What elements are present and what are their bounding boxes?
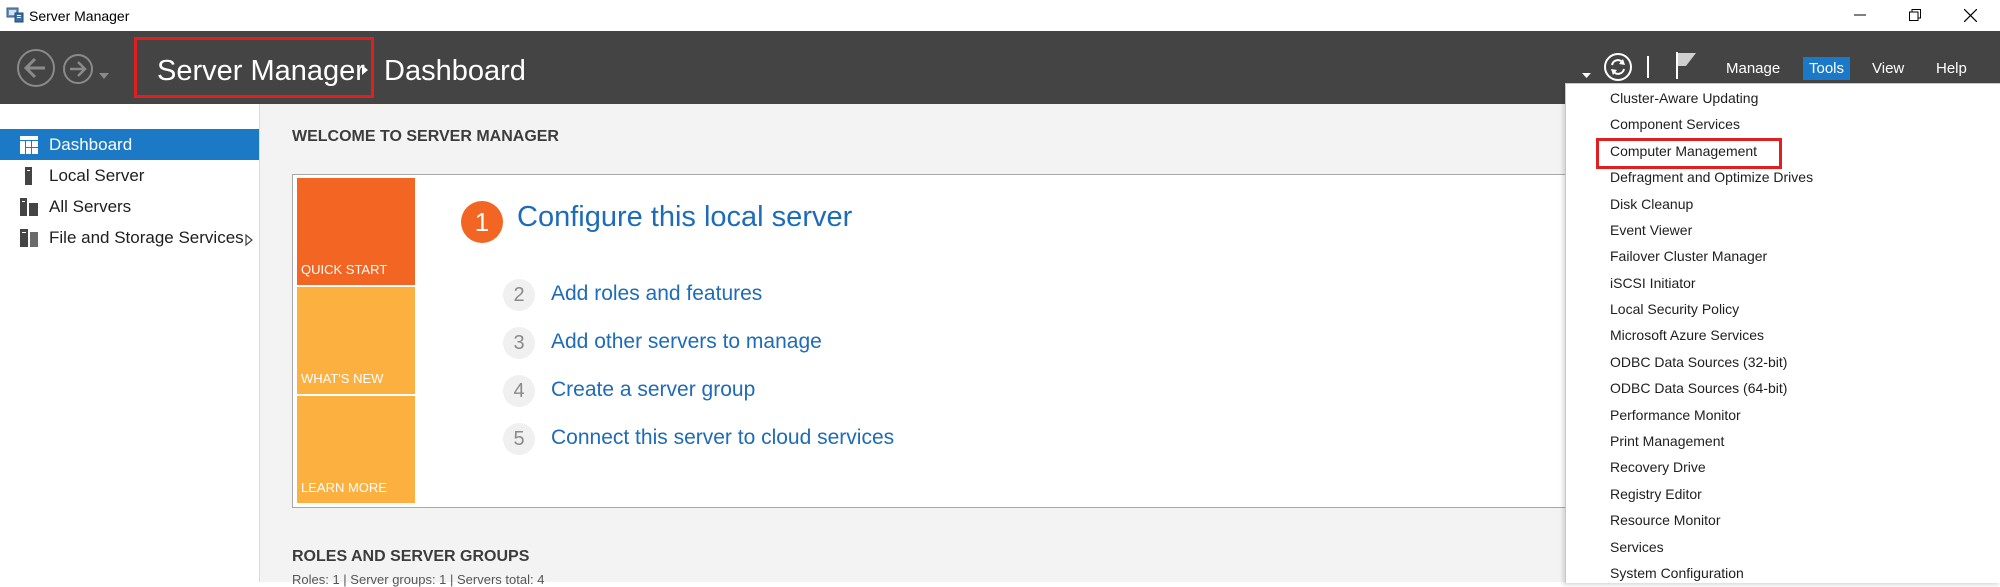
step-number-badge: 4 bbox=[503, 375, 535, 407]
sidebar-item-label: File and Storage Services bbox=[49, 228, 244, 247]
window-title: Server Manager bbox=[29, 8, 130, 24]
menu-item-performance-monitor[interactable]: Performance Monitor bbox=[1610, 407, 1741, 423]
step-create-group-link[interactable]: Create a server group bbox=[551, 378, 755, 402]
tile-whats-new[interactable]: WHAT'S NEW bbox=[297, 287, 415, 394]
back-button[interactable] bbox=[16, 48, 56, 88]
tile-label: LEARN MORE bbox=[301, 480, 387, 495]
menu-item-resource-monitor[interactable]: Resource Monitor bbox=[1610, 512, 1721, 528]
history-dropdown[interactable] bbox=[99, 66, 109, 84]
sidebar-item-label: All Servers bbox=[49, 197, 132, 216]
forward-button[interactable] bbox=[62, 53, 94, 85]
quick-start-panel: QUICK START WHAT'S NEW LEARN MORE 1 Conf… bbox=[292, 174, 1566, 508]
header-divider bbox=[1647, 56, 1649, 78]
menu-item-event-viewer[interactable]: Event Viewer bbox=[1610, 222, 1692, 238]
roles-heading: ROLES AND SERVER GROUPS bbox=[292, 548, 530, 565]
menu-item-odbc-32[interactable]: ODBC Data Sources (32-bit) bbox=[1610, 354, 1787, 370]
step-number-badge: 3 bbox=[503, 327, 535, 359]
menu-item-component-services[interactable]: Component Services bbox=[1610, 116, 1740, 132]
menu-view[interactable]: View bbox=[1866, 57, 1910, 80]
menu-item-services[interactable]: Services bbox=[1610, 539, 1664, 555]
menu-item-iscsi-initiator[interactable]: iSCSI Initiator bbox=[1610, 275, 1696, 291]
menu-item-registry-editor[interactable]: Registry Editor bbox=[1610, 486, 1702, 502]
menu-item-azure-services[interactable]: Microsoft Azure Services bbox=[1610, 327, 1764, 343]
dashboard-icon bbox=[20, 136, 38, 154]
menu-manage[interactable]: Manage bbox=[1720, 57, 1786, 80]
step-connect-cloud-link[interactable]: Connect this server to cloud services bbox=[551, 426, 894, 450]
sidebar: Dashboard Local Server All Servers File … bbox=[0, 104, 260, 582]
tile-label: WHAT'S NEW bbox=[301, 371, 384, 386]
page-title: Dashboard bbox=[384, 55, 526, 87]
forward-arrow-icon bbox=[63, 54, 93, 84]
sidebar-item-all-servers[interactable]: All Servers bbox=[0, 191, 259, 222]
menu-item-cluster-aware-updating[interactable]: Cluster-Aware Updating bbox=[1610, 90, 1758, 106]
back-arrow-icon bbox=[17, 49, 55, 87]
chevron-down-icon bbox=[1582, 73, 1591, 78]
all-servers-icon bbox=[20, 198, 38, 216]
sidebar-item-label: Dashboard bbox=[49, 135, 133, 154]
local-server-icon bbox=[20, 167, 38, 185]
computer-management-highlight-box bbox=[1596, 138, 1782, 169]
tile-quick-start[interactable]: QUICK START bbox=[297, 178, 415, 285]
menu-item-odbc-64[interactable]: ODBC Data Sources (64-bit) bbox=[1610, 380, 1787, 396]
server-manager-icon bbox=[6, 7, 24, 23]
tile-label: QUICK START bbox=[301, 262, 388, 277]
expand-arrow-icon[interactable] bbox=[245, 231, 253, 251]
refresh-button[interactable] bbox=[1603, 52, 1633, 82]
breadcrumb-root[interactable]: Server Manager bbox=[157, 55, 365, 88]
notifications-dropdown[interactable] bbox=[1582, 65, 1591, 83]
menu-item-defragment[interactable]: Defragment and Optimize Drives bbox=[1610, 169, 1813, 185]
chevron-down-icon bbox=[99, 73, 109, 79]
menu-item-disk-cleanup[interactable]: Disk Cleanup bbox=[1610, 196, 1693, 212]
minimize-icon bbox=[1854, 14, 1866, 16]
step-add-roles-link[interactable]: Add roles and features bbox=[551, 282, 762, 306]
menu-item-failover-cluster[interactable]: Failover Cluster Manager bbox=[1610, 248, 1767, 264]
main-content: WELCOME TO SERVER MANAGER QUICK START WH… bbox=[260, 104, 1566, 587]
menu-item-local-security-policy[interactable]: Local Security Policy bbox=[1610, 301, 1739, 317]
close-icon bbox=[1964, 9, 1977, 22]
sidebar-item-local-server[interactable]: Local Server bbox=[0, 160, 259, 191]
sidebar-item-dashboard[interactable]: Dashboard bbox=[0, 129, 259, 160]
restore-button[interactable] bbox=[1891, 0, 1939, 31]
menu-help[interactable]: Help bbox=[1930, 57, 1973, 80]
sidebar-item-file-storage[interactable]: File and Storage Services bbox=[0, 222, 259, 253]
step-add-servers-link[interactable]: Add other servers to manage bbox=[551, 330, 822, 354]
breadcrumb-separator-icon bbox=[362, 62, 368, 80]
step-configure-local-server-link[interactable]: Configure this local server bbox=[517, 201, 852, 234]
storage-icon bbox=[20, 229, 38, 247]
restore-icon bbox=[1909, 9, 1921, 21]
close-button[interactable] bbox=[1946, 0, 1994, 31]
step-number-badge: 5 bbox=[503, 423, 535, 455]
notifications-flag-button[interactable] bbox=[1674, 50, 1698, 80]
welcome-heading: WELCOME TO SERVER MANAGER bbox=[292, 128, 559, 145]
roles-summary: Roles: 1 | Server groups: 1 | Servers to… bbox=[292, 572, 545, 587]
menu-tools[interactable]: Tools bbox=[1803, 57, 1851, 80]
menu-item-print-management[interactable]: Print Management bbox=[1610, 433, 1724, 449]
step-number-badge: 1 bbox=[461, 201, 503, 243]
flag-icon bbox=[1676, 52, 1696, 79]
menu-item-recovery-drive[interactable]: Recovery Drive bbox=[1610, 459, 1706, 475]
minimize-button[interactable] bbox=[1836, 0, 1884, 31]
menu-item-system-configuration[interactable]: System Configuration bbox=[1610, 565, 1744, 581]
title-bar: Server Manager bbox=[0, 0, 2000, 32]
step-number-badge: 2 bbox=[503, 279, 535, 311]
refresh-icon bbox=[1604, 53, 1632, 81]
tile-learn-more[interactable]: LEARN MORE bbox=[297, 396, 415, 503]
sidebar-item-label: Local Server bbox=[49, 166, 145, 185]
